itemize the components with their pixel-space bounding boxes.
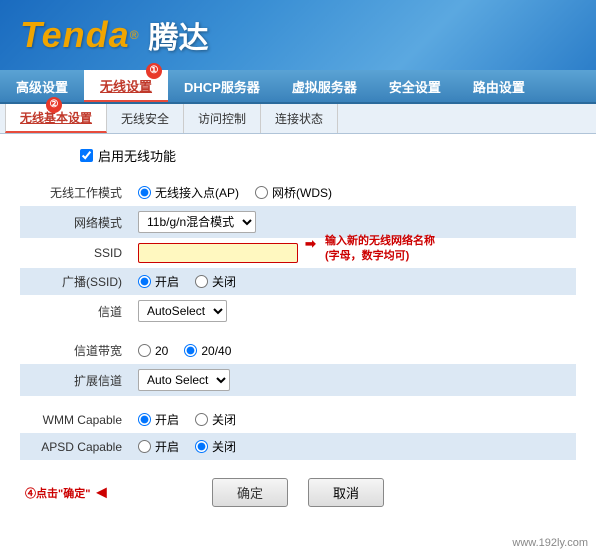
wireless-mode-row: 无线工作模式 无线接入点(AP) 网桥(WDS) [20,179,576,206]
apsd-row: APSD Capable 开启 关闭 [20,433,576,460]
mode-wds-option[interactable]: 网桥(WDS) [255,184,332,201]
mode-ap-radio[interactable] [138,186,151,199]
broadcast-on-option[interactable]: 开启 [138,273,179,290]
wireless-mode-label: 无线工作模式 [20,179,130,206]
confirm-button[interactable]: 确定 [212,478,288,507]
ssid-row: SSID Tenda_D61DC0 ➡ 输入新的无线网络名称 (字母，数字均可) [20,238,576,268]
logo-en: Tenda [20,14,130,56]
bw-2040-option[interactable]: 20/40 [184,344,231,358]
nav-item-routing[interactable]: 路由设置 [457,70,541,102]
mode-ap-option[interactable]: 无线接入点(AP) [138,184,239,201]
bw-2040-radio[interactable] [184,344,197,357]
net-mode-row: 网络模式 11b/g/n混合模式 [20,206,576,238]
net-mode-select[interactable]: 11b/g/n混合模式 [138,211,256,233]
enable-wireless-label[interactable]: 启用无线功能 [98,146,176,165]
logo-reg: ® [130,28,139,42]
subnav-status[interactable]: 连接状态 [261,104,338,133]
wmm-off-option[interactable]: 关闭 [195,411,236,428]
broadcast-label: 广播(SSID) [20,268,130,295]
ssid-arrow: ➡ [305,236,316,252]
subnav-access[interactable]: 访问控制 [184,104,261,133]
ext-channel-row: 扩展信道 Auto Select [20,364,576,396]
apsd-label: APSD Capable [20,433,130,460]
wmm-label: WMM Capable [20,406,130,433]
subnav-security[interactable]: 无线安全 [107,104,184,133]
circle-2-marker: ② [48,96,62,113]
ssid-annotation: 输入新的无线网络名称 (字母，数字均可) [325,234,455,265]
bandwidth-row: 信道带宽 20 20/40 [20,337,576,364]
ext-channel-select[interactable]: Auto Select [138,369,230,391]
settings-table: 无线工作模式 无线接入点(AP) 网桥(WDS) 网络模式 [20,179,576,460]
confirm-annotation-text: ④点击"确定" [25,485,90,501]
cancel-button[interactable]: 取消 [308,478,384,507]
wmm-on-radio[interactable] [138,413,151,426]
nav-item-virtual[interactable]: 虚拟服务器 [276,70,373,102]
confirm-annotation: ④点击"确定" ◄ [25,482,110,503]
net-mode-label: 网络模式 [20,206,130,238]
logo-cn: 腾达 [149,13,209,57]
ssid-input[interactable]: Tenda_D61DC0 [138,243,298,263]
channel-label: 信道 [20,295,130,327]
bandwidth-group: 20 20/40 [138,344,568,358]
watermark: www.192ly.com [512,537,588,549]
apsd-on-radio[interactable] [138,440,151,453]
circle-1-marker: ① [148,62,162,79]
ext-channel-label: 扩展信道 [20,364,130,396]
bw-20-option[interactable]: 20 [138,344,168,358]
apsd-off-radio[interactable] [195,440,208,453]
header: Tenda® 腾达 [0,0,596,70]
bw-20-radio[interactable] [138,344,151,357]
mode-wds-radio[interactable] [255,186,268,199]
wmm-off-radio[interactable] [195,413,208,426]
apsd-off-option[interactable]: 关闭 [195,438,236,455]
channel-row: 信道 AutoSelect [20,295,576,327]
nav-item-dhcp[interactable]: DHCP服务器 [168,70,276,102]
nav-item-security[interactable]: 安全设置 [373,70,457,102]
wireless-mode-group: 无线接入点(AP) 网桥(WDS) [138,184,568,201]
wmm-row: WMM Capable 开启 关闭 [20,406,576,433]
apsd-group: 开启 关闭 [138,438,568,455]
broadcast-off-option[interactable]: 关闭 [195,273,236,290]
enable-wireless-checkbox[interactable] [80,149,93,162]
top-nav: 高级设置 无线设置 DHCP服务器 虚拟服务器 安全设置 路由设置 [0,70,596,104]
channel-select[interactable]: AutoSelect [138,300,227,322]
apsd-on-option[interactable]: 开启 [138,438,179,455]
broadcast-row: 广播(SSID) 开启 关闭 [20,268,576,295]
wmm-on-option[interactable]: 开启 [138,411,179,428]
broadcast-group: 开启 关闭 [138,273,568,290]
wmm-group: 开启 关闭 [138,411,568,428]
nav-item-advanced[interactable]: 高级设置 [0,70,84,102]
confirm-arrow-right: ◄ [92,482,110,503]
button-row: ④点击"确定" ◄ 确定 取消 [20,478,576,517]
sub-nav: 无线基本设置 无线安全 访问控制 连接状态 [0,104,596,134]
broadcast-off-radio[interactable] [195,275,208,288]
broadcast-on-radio[interactable] [138,275,151,288]
enable-wireless-row: 启用无线功能 [20,146,576,165]
bandwidth-label: 信道带宽 [20,337,130,364]
content-area: 启用无线功能 无线工作模式 无线接入点(AP) 网桥(WDS) [0,134,596,529]
ssid-label: SSID [20,238,130,268]
